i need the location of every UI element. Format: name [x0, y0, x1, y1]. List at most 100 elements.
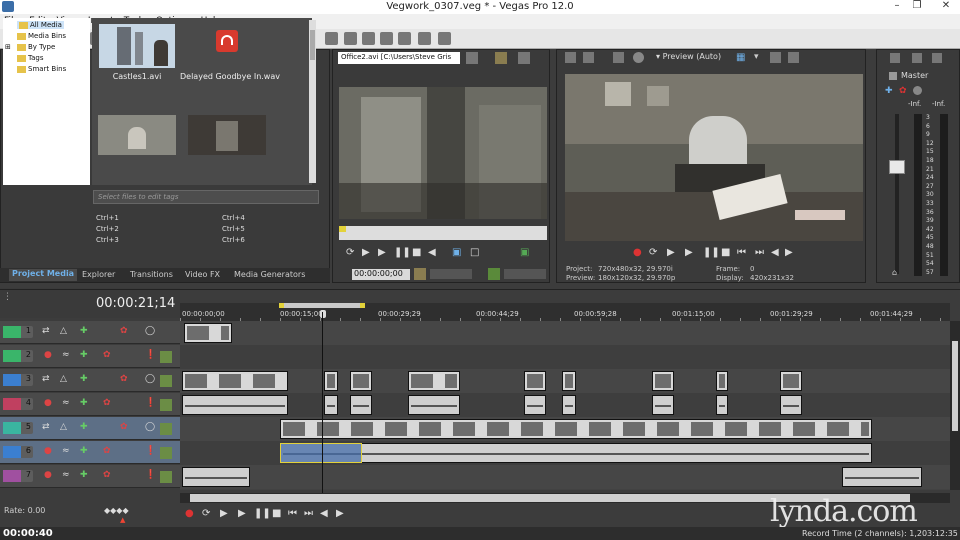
- track-header-5[interactable]: 5 ⇄ △ ✚ ✿ ◯: [0, 417, 180, 440]
- go-to-end-icon[interactable]: ⏭: [304, 508, 313, 519]
- mixer-icon[interactable]: [890, 53, 900, 63]
- trimmer-video-frame[interactable]: [339, 87, 547, 219]
- tree-item-media-bins[interactable]: Media Bins: [17, 32, 66, 40]
- audio-file-icon[interactable]: [216, 30, 238, 52]
- zoom-tool-icon[interactable]: [398, 32, 411, 45]
- lock-envelopes-icon[interactable]: [362, 32, 375, 45]
- track-solo-icon[interactable]: ❗: [145, 446, 156, 456]
- what-is-this-icon[interactable]: [418, 32, 431, 45]
- pause-icon[interactable]: ❚❚: [703, 247, 720, 258]
- track-solo-icon[interactable]: ❗: [145, 398, 156, 408]
- play-icon[interactable]: ▶: [238, 508, 246, 519]
- track-expand-icon[interactable]: [160, 447, 172, 459]
- master-fader[interactable]: [889, 160, 905, 174]
- video-fx-icon[interactable]: [613, 52, 624, 63]
- track-expand-icon[interactable]: [160, 351, 172, 363]
- overlay-dropdown-icon[interactable]: ▾: [754, 52, 759, 62]
- track-header-2[interactable]: 2 ● ≈ ✚ ✿ ❗: [0, 345, 180, 368]
- trimmer-marker-icon[interactable]: [414, 268, 426, 280]
- trimmer-timeline[interactable]: [339, 226, 547, 240]
- track-compositing-icon[interactable]: △: [60, 374, 67, 384]
- track-solo-icon[interactable]: ❗: [145, 470, 156, 480]
- go-to-end-icon[interactable]: ⏭: [755, 247, 764, 258]
- overlays-icon[interactable]: [633, 52, 644, 63]
- track-fx-settings-icon[interactable]: ✿: [103, 350, 111, 360]
- play-icon[interactable]: ▶: [378, 247, 386, 258]
- master-fx-icon[interactable]: ✚: [885, 86, 893, 96]
- auto-crossfade-icon[interactable]: [325, 32, 338, 45]
- close-icon[interactable]: ✕: [932, 0, 960, 13]
- track-invert-phase-icon[interactable]: ≈: [62, 446, 70, 456]
- split-screen-icon[interactable]: [583, 52, 594, 63]
- track-expand-icon[interactable]: [160, 423, 172, 435]
- prev-frame-icon[interactable]: ◀: [320, 508, 328, 519]
- track-invert-phase-icon[interactable]: ≈: [62, 398, 70, 408]
- track-fx-icon[interactable]: ✚: [80, 470, 88, 480]
- track-invert-phase-icon[interactable]: ≈: [62, 350, 70, 360]
- play-icon[interactable]: ▶: [685, 247, 693, 258]
- record-icon[interactable]: ●: [633, 247, 642, 258]
- track-fx-icon[interactable]: ✚: [80, 446, 88, 456]
- grid-icon[interactable]: ▦: [736, 52, 745, 63]
- stop-icon[interactable]: ■: [272, 508, 281, 519]
- rate-slider[interactable]: ◆◆◆◆: [104, 506, 129, 516]
- help-icon[interactable]: [438, 32, 451, 45]
- copy-snapshot-icon[interactable]: [770, 52, 781, 63]
- stop-icon[interactable]: ■: [412, 247, 421, 258]
- track-fx-settings-icon[interactable]: ✿: [120, 422, 128, 432]
- add-to-timeline-icon[interactable]: ▣: [520, 247, 529, 258]
- media-scrollbar[interactable]: [309, 20, 316, 183]
- track-expand-icon[interactable]: [160, 375, 172, 387]
- expand-icon[interactable]: ⊞: [5, 43, 11, 51]
- rate-slider-thumb[interactable]: ▲: [120, 516, 125, 524]
- tree-item-tags[interactable]: Tags: [17, 54, 44, 62]
- tab-video-fx[interactable]: Video FX: [185, 270, 220, 279]
- timeline-tracks[interactable]: [180, 321, 950, 490]
- ignore-grouping-icon[interactable]: [380, 32, 393, 45]
- ripple-icon[interactable]: [344, 32, 357, 45]
- downmix-icon[interactable]: [912, 53, 922, 63]
- trimmer-tool-icon[interactable]: [495, 52, 507, 64]
- media-thumb-office[interactable]: [98, 115, 176, 155]
- track-header-3[interactable]: 3 ⇄ △ ✚ ✿ ◯: [0, 369, 180, 392]
- play-from-start-icon[interactable]: ▶: [667, 247, 675, 258]
- track-expand-icon[interactable]: [160, 399, 172, 411]
- pause-icon[interactable]: ❚❚: [394, 247, 411, 258]
- timeline-dock-grip[interactable]: ⋮: [3, 292, 12, 302]
- trimmer-audio-icon[interactable]: [488, 268, 500, 280]
- save-snapshot-icon[interactable]: [788, 52, 799, 63]
- track-record-arm-icon[interactable]: ●: [44, 350, 52, 360]
- tree-item-by-type[interactable]: By Type: [17, 43, 55, 51]
- track-fx-settings-icon[interactable]: ✿: [120, 326, 128, 336]
- loop-region-bar[interactable]: [282, 303, 362, 308]
- loop-start-marker[interactable]: [279, 303, 284, 308]
- play-from-start-icon[interactable]: ▶: [362, 247, 370, 258]
- track-fx-settings-icon[interactable]: ✿: [120, 374, 128, 384]
- go-to-start-icon[interactable]: ⏮: [288, 508, 297, 519]
- fader-lock-icon[interactable]: ⌂: [892, 268, 897, 277]
- preview-device-icon[interactable]: [565, 52, 576, 63]
- prev-frame-icon[interactable]: ◀: [428, 247, 436, 258]
- prev-frame-icon[interactable]: ◀: [771, 247, 779, 258]
- tags-input[interactable]: Select files to edit tags: [93, 190, 319, 204]
- track-header-7[interactable]: 7 ● ≈ ✚ ✿ ❗: [0, 465, 180, 488]
- tab-project-media[interactable]: Project Media: [9, 269, 78, 281]
- mark-in-icon[interactable]: ▣: [452, 247, 461, 258]
- track-fx-settings-icon[interactable]: ✿: [103, 446, 111, 456]
- tree-item-smart-bins[interactable]: Smart Bins: [17, 65, 66, 73]
- track-record-arm-icon[interactable]: ●: [44, 398, 52, 408]
- loop-icon[interactable]: ⟳: [202, 508, 210, 519]
- track-fx-settings-icon[interactable]: ✿: [103, 470, 111, 480]
- trimmer-delete-icon[interactable]: [518, 52, 530, 64]
- track-fx-icon[interactable]: ✚: [80, 326, 88, 336]
- track-motion-icon[interactable]: ⇄: [42, 422, 50, 432]
- track-fx-icon[interactable]: ✚: [80, 422, 88, 432]
- tab-transitions[interactable]: Transitions: [130, 270, 173, 279]
- preview-quality-dropdown[interactable]: ▾ Preview (Auto): [656, 52, 728, 64]
- track-compositing-icon[interactable]: △: [60, 422, 67, 432]
- maximize-icon[interactable]: ❐: [907, 0, 927, 13]
- loop-icon[interactable]: ⟳: [649, 247, 657, 258]
- track-motion-icon[interactable]: ⇄: [42, 374, 50, 384]
- track-mute-icon[interactable]: ◯: [145, 374, 155, 384]
- master-checkbox[interactable]: [889, 72, 897, 80]
